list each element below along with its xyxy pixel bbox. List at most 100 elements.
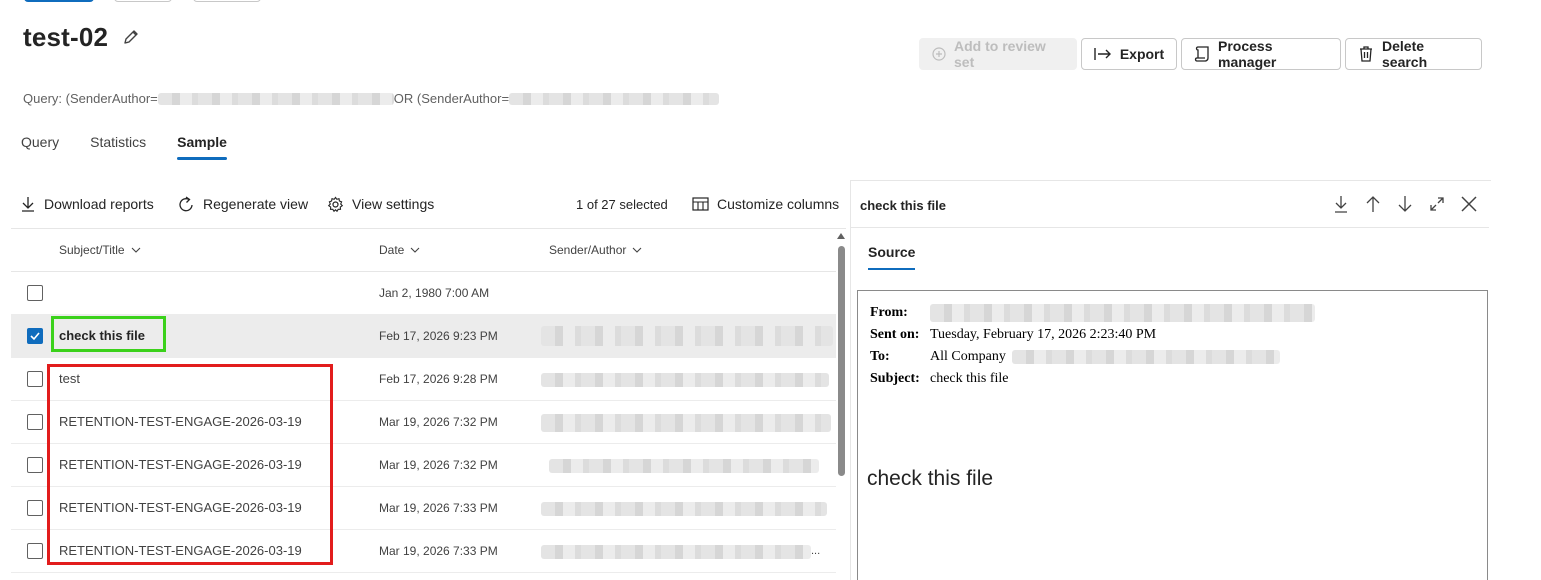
view-settings-label: View settings bbox=[352, 196, 435, 212]
table-columns-icon bbox=[692, 197, 709, 211]
document-scroll-icon bbox=[1194, 46, 1209, 62]
query-part-1: Query: (SenderAuthor= bbox=[23, 91, 158, 106]
row-checkbox[interactable] bbox=[27, 414, 43, 430]
mail-to-row: To: All Company bbox=[870, 346, 1315, 368]
scroll-up-arrow-icon[interactable] bbox=[837, 233, 845, 239]
from-label: From: bbox=[870, 305, 908, 320]
download-icon bbox=[22, 197, 34, 212]
redacted-sender bbox=[541, 502, 827, 516]
query-summary: Query: (SenderAuthor= OR (SenderAuthor= bbox=[23, 91, 720, 106]
sample-toolbar: Download reports Regenerate view View se… bbox=[20, 193, 845, 215]
row-date: Mar 19, 2026 7:32 PM bbox=[379, 458, 498, 472]
column-header-sender[interactable]: Sender/Author bbox=[549, 243, 642, 257]
download-reports-button[interactable]: Download reports bbox=[20, 193, 154, 215]
regenerate-view-label: Regenerate view bbox=[203, 196, 309, 212]
row-checkbox[interactable] bbox=[27, 371, 43, 387]
download-icon[interactable] bbox=[1331, 193, 1351, 215]
subject-value: check this file bbox=[930, 371, 1009, 386]
export-arrow-icon bbox=[1094, 48, 1111, 60]
selection-count: 1 of 27 selected bbox=[576, 196, 668, 212]
redacted-from bbox=[930, 304, 1315, 322]
top-button-2[interactable] bbox=[114, 0, 172, 2]
arrow-down-icon[interactable] bbox=[1395, 193, 1415, 215]
sent-label: Sent on: bbox=[870, 327, 920, 342]
row-date: Feb 17, 2026 9:23 PM bbox=[379, 329, 498, 343]
sent-value: Tuesday, February 17, 2026 2:23:40 PM bbox=[930, 327, 1157, 342]
checkmark-icon bbox=[30, 332, 40, 341]
highlight-box-red bbox=[47, 364, 333, 565]
row-date: Mar 19, 2026 7:32 PM bbox=[379, 415, 498, 429]
row-date: Feb 17, 2026 9:28 PM bbox=[379, 372, 498, 386]
top-button-3[interactable] bbox=[193, 0, 261, 2]
page-title: test-02 bbox=[23, 22, 109, 52]
delete-search-button[interactable]: Delete search bbox=[1345, 38, 1482, 70]
regenerate-view-button[interactable]: Regenerate view bbox=[178, 193, 308, 215]
row-checkbox[interactable] bbox=[27, 328, 43, 344]
close-icon[interactable] bbox=[1459, 193, 1479, 215]
add-to-review-set-label: Add to review set bbox=[954, 38, 1046, 70]
to-label: To: bbox=[870, 349, 890, 364]
customize-columns-button[interactable]: Customize columns bbox=[692, 193, 839, 215]
redacted-sender bbox=[541, 545, 811, 559]
view-settings-button[interactable]: View settings bbox=[327, 193, 434, 215]
preview-actions bbox=[1331, 193, 1479, 215]
row-date: Mar 19, 2026 7:33 PM bbox=[379, 544, 498, 558]
row-checkbox[interactable] bbox=[27, 457, 43, 473]
redacted-sender bbox=[549, 459, 819, 473]
row-checkbox[interactable] bbox=[27, 500, 43, 516]
to-value: All Company bbox=[930, 349, 1006, 364]
column-header-sender-label: Sender/Author bbox=[549, 243, 627, 257]
refresh-icon bbox=[179, 195, 193, 211]
query-part-2: OR (SenderAuthor= bbox=[393, 91, 510, 106]
chevron-down-icon bbox=[410, 247, 420, 253]
preview-divider bbox=[851, 227, 1489, 228]
subject-label: Subject: bbox=[870, 371, 920, 386]
trash-icon bbox=[1360, 46, 1372, 62]
top-primary-button[interactable] bbox=[24, 0, 94, 2]
mail-sent-row: Sent on: Tuesday, February 17, 2026 2:23… bbox=[870, 324, 1315, 346]
chevron-down-icon bbox=[131, 247, 140, 253]
preview-title: check this file bbox=[860, 198, 946, 213]
mail-subject-row: Subject: check this file bbox=[870, 368, 1315, 390]
table-row[interactable]: Jan 2, 1980 7:00 AM bbox=[11, 272, 836, 315]
column-header-subject[interactable]: Subject/Title bbox=[59, 243, 141, 257]
chevron-down-icon bbox=[633, 247, 642, 253]
column-header-date-label: Date bbox=[379, 243, 405, 257]
export-button[interactable]: Export bbox=[1081, 38, 1177, 70]
delete-search-label: Delete search bbox=[1382, 38, 1428, 70]
customize-columns-label: Customize columns bbox=[717, 196, 840, 212]
tab-statistics[interactable]: Statistics bbox=[90, 134, 146, 158]
row-checkbox[interactable] bbox=[27, 543, 43, 559]
add-to-review-set-button[interactable]: Add to review set bbox=[919, 38, 1077, 70]
tab-query[interactable]: Query bbox=[21, 134, 59, 158]
redacted-sender-1 bbox=[157, 92, 394, 105]
row-date: Mar 19, 2026 7:33 PM bbox=[379, 501, 498, 515]
redacted-sender bbox=[541, 326, 833, 346]
gear-icon bbox=[327, 196, 344, 212]
mail-body: check this file bbox=[867, 467, 994, 490]
add-circle-icon bbox=[932, 47, 946, 61]
mail-header: From: Sent on: Tuesday, February 17, 202… bbox=[870, 302, 1315, 390]
process-manager-button[interactable]: Process manager bbox=[1181, 38, 1341, 70]
expand-icon[interactable] bbox=[1427, 193, 1447, 215]
export-label: Export bbox=[1119, 46, 1165, 62]
source-view: From: Sent on: Tuesday, February 17, 202… bbox=[857, 290, 1488, 580]
process-manager-label: Process manager bbox=[1218, 38, 1277, 70]
grid-scrollbar-thumb[interactable] bbox=[838, 246, 845, 476]
redacted-sender bbox=[541, 373, 829, 387]
redacted-sender bbox=[541, 414, 831, 432]
preview-pane: check this file Source From: Sent on: Tu… bbox=[850, 180, 1491, 580]
edit-pencil-icon[interactable] bbox=[122, 28, 140, 46]
tab-source[interactable]: Source bbox=[868, 244, 916, 270]
column-header-subject-label: Subject/Title bbox=[59, 243, 125, 257]
redacted-to bbox=[1011, 350, 1280, 364]
tab-sample[interactable]: Sample bbox=[177, 134, 227, 160]
column-header-date[interactable]: Date bbox=[379, 243, 420, 257]
arrow-up-icon[interactable] bbox=[1363, 193, 1383, 215]
mail-from-row: From: bbox=[870, 302, 1315, 324]
download-reports-label: Download reports bbox=[44, 196, 154, 212]
sender-truncation: ... bbox=[811, 545, 821, 557]
redacted-sender-2 bbox=[509, 92, 720, 105]
highlight-box-green bbox=[51, 316, 166, 352]
row-checkbox[interactable] bbox=[27, 285, 43, 301]
